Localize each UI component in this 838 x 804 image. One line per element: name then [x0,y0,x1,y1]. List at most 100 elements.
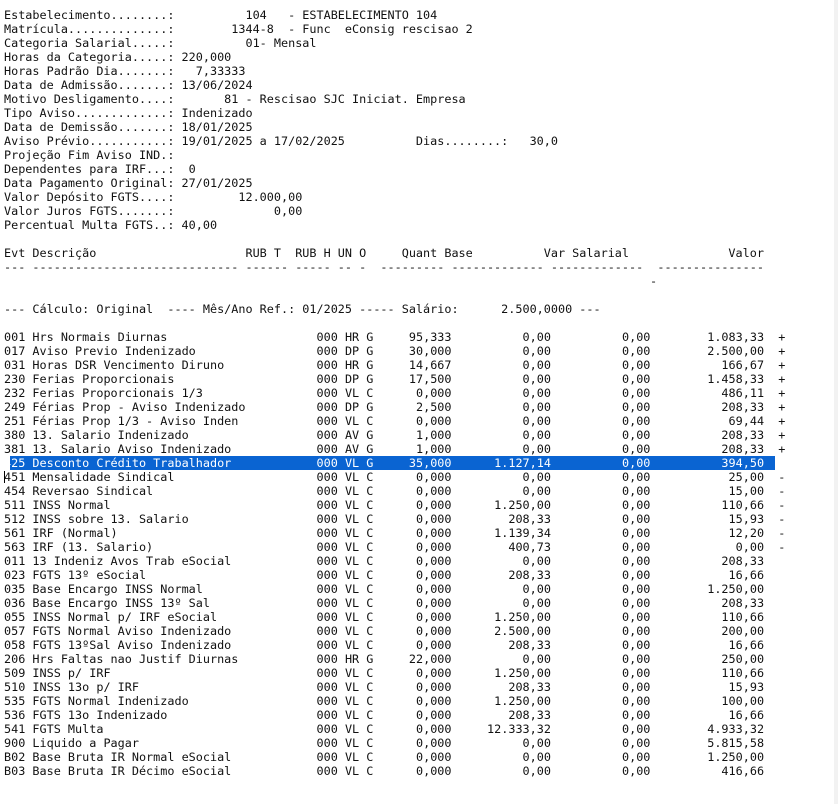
row-evt: 451 [4,470,26,484]
row-unit: VL [344,526,360,540]
row-base: 0,00 [451,750,551,764]
table-row[interactable]: 381 13. Salario Aviso Indenizado 000 AV … [4,442,785,456]
row-evt: B03 [4,764,26,778]
row-sign [778,652,785,666]
row-unit: VL [344,414,360,428]
row-quantity: 0,000 [373,568,452,582]
row-evt: 381 [4,442,26,456]
row-unit: VL [344,680,360,694]
table-row[interactable]: 900 Liquido a Pagar 000 VL C 0,000 0,00 … [4,736,785,750]
scrollbar[interactable] [834,0,838,804]
table-row[interactable]: 230 Ferias Proporcionais 000 DP G 17,500… [4,372,785,386]
row-rub-h: 000 [316,428,338,442]
row-quantity: 0,000 [373,610,452,624]
row-sign [778,624,785,638]
row-description: INSS p/ IRF [32,666,267,680]
table-row[interactable]: 011 13 Indeniz Avos Trab eSocial 000 VL … [4,554,785,568]
table-row[interactable]: 023 FGTS 13º eSocial 000 VL C 0,000 208,… [4,568,785,582]
row-description: Base Bruta IR Décimo eSocial [32,764,267,778]
row-sign: + [778,344,786,358]
row-unit: VL [344,694,360,708]
row-rub-h: 000 [316,358,338,372]
table-row[interactable]: 057 FGTS Normal Aviso Indenizado 000 VL … [4,624,785,638]
row-rub-h: 000 [316,638,338,652]
table-row[interactable]: 541 FGTS Multa 000 VL C 0,000 12.333,32 … [4,722,785,736]
table-row[interactable]: 561 IRF (Normal) 000 VL C 0,000 1.139,34… [4,526,785,540]
header-line: Matrícula..............: 1344-8 - Func e… [4,22,473,36]
header-line: Valor Juros FGTS.......: 0,00 [4,204,303,218]
row-base: 0,00 [451,442,551,456]
table-row[interactable]: 454 Reversao Sindical 000 VL C 0,000 0,0… [4,484,785,498]
table-row[interactable]: 511 INSS Normal 000 VL C 0,000 1.250,00 … [4,498,785,512]
table-row[interactable]: B03 Base Bruta IR Décimo eSocial 000 VL … [4,764,785,778]
row-base: 208,33 [451,512,551,526]
row-description: INSS 13o p/ IRF [32,680,267,694]
table-row[interactable]: 535 FGTS Normal Indenizado 000 VL C 0,00… [4,694,785,708]
row-base: 0,00 [451,344,551,358]
header-line: Data Pagamento Original: 27/01/2025 [4,176,253,190]
row-rub-t [267,442,317,456]
row-valor: 250,00 [650,652,765,666]
table-row[interactable]: 232 Ferias Proporcionais 1/3 000 VL C 0,… [4,386,785,400]
row-var-salarial: 0,00 [550,694,651,708]
row-unit: VL [344,764,360,778]
row-var-salarial: 0,00 [550,750,651,764]
row-quantity: 0,000 [373,582,452,596]
row-rub-h: 000 [316,680,338,694]
table-row[interactable]: 536 FGTS 13o Indenizado 000 VL C 0,000 2… [4,708,785,722]
row-unit: VL [344,568,360,582]
table-row[interactable]: 001 Hrs Normais Diurnas 000 HR G 95,333 … [4,330,785,344]
table-row[interactable]: 031 Horas DSR Vencimento Diruno 000 HR G… [4,358,785,372]
table-row[interactable]: 206 Hrs Faltas nao Justif Diurnas 000 HR… [4,652,785,666]
row-rub-t [267,330,317,344]
row-valor: 1.083,33 [650,330,765,344]
row-rub-h: 000 [316,456,338,470]
row-rub-t [267,456,317,470]
table-row[interactable]: 380 13. Salario Indenizado 000 AV G 1,00… [4,428,785,442]
row-var-salarial: 0,00 [550,470,651,484]
row-valor: 1.250,00 [650,582,765,596]
row-rub-t [267,484,317,498]
row-var-salarial: 0,00 [550,722,651,736]
table-row[interactable]: 017 Aviso Previo Indenizado 000 DP G 30,… [4,344,785,358]
table-row[interactable]: 563 IRF (13. Salario) 000 VL C 0,000 400… [4,540,785,554]
row-base: 0,00 [451,386,551,400]
row-sign: + [778,330,786,344]
row-rub-t [267,638,317,652]
row-rub-t [267,708,317,722]
row-quantity: 0,000 [373,722,452,736]
row-valor: 4.933,32 [650,722,765,736]
row-description: INSS sobre 13. Salario [32,512,267,526]
row-evt: 536 [4,708,26,722]
row-evt: 017 [4,344,26,358]
row-sign: + [778,414,786,428]
row-rub-t [267,750,317,764]
table-row[interactable]: 058 FGTS 13ºSal Aviso Indenizado 000 VL … [4,638,785,652]
table-row[interactable]: 036 Base Encargo INSS 13º Sal 000 VL C 0… [4,596,785,610]
table-row[interactable]: 512 INSS sobre 13. Salario 000 VL C 0,00… [4,512,785,526]
table-row[interactable]: B02 Base Bruta IR Normal eSocial 000 VL … [4,750,785,764]
table-row[interactable]: 451 Mensalidade Sindical 000 VL C 0,000 … [4,470,785,484]
table-row[interactable]: 510 INSS 13o p/ IRF 000 VL C 0,000 208,3… [4,680,785,694]
table-row[interactable]: 055 INSS Normal p/ IRF eSocial 000 VL C … [4,610,785,624]
row-var-salarial: 0,00 [550,428,651,442]
row-rub-t [267,344,317,358]
row-base: 2.500,00 [451,624,551,638]
table-row[interactable]: 509 INSS p/ IRF 000 VL C 0,000 1.250,00 … [4,666,785,680]
row-unit: VL [344,540,360,554]
table-row[interactable]: 251 Férias Prop 1/3 - Aviso Inden 000 VL… [4,414,785,428]
row-rub-t [267,666,317,680]
row-var-salarial: 0,00 [550,624,651,638]
row-quantity: 0,000 [373,764,452,778]
table-row[interactable]: 249 Férias Prop - Aviso Indenizado 000 D… [4,400,785,414]
row-rub-t [267,722,317,736]
row-unit: VL [344,484,360,498]
table-row[interactable]: 035 Base Encargo INSS Normal 000 VL C 0,… [4,582,785,596]
row-description: Hrs Normais Diurnas [32,330,267,344]
row-valor: 416,66 [650,764,765,778]
row-unit: HR [344,330,360,344]
table-row[interactable]: 425 Desconto Crédito Trabalhador 000 VL … [4,456,785,470]
